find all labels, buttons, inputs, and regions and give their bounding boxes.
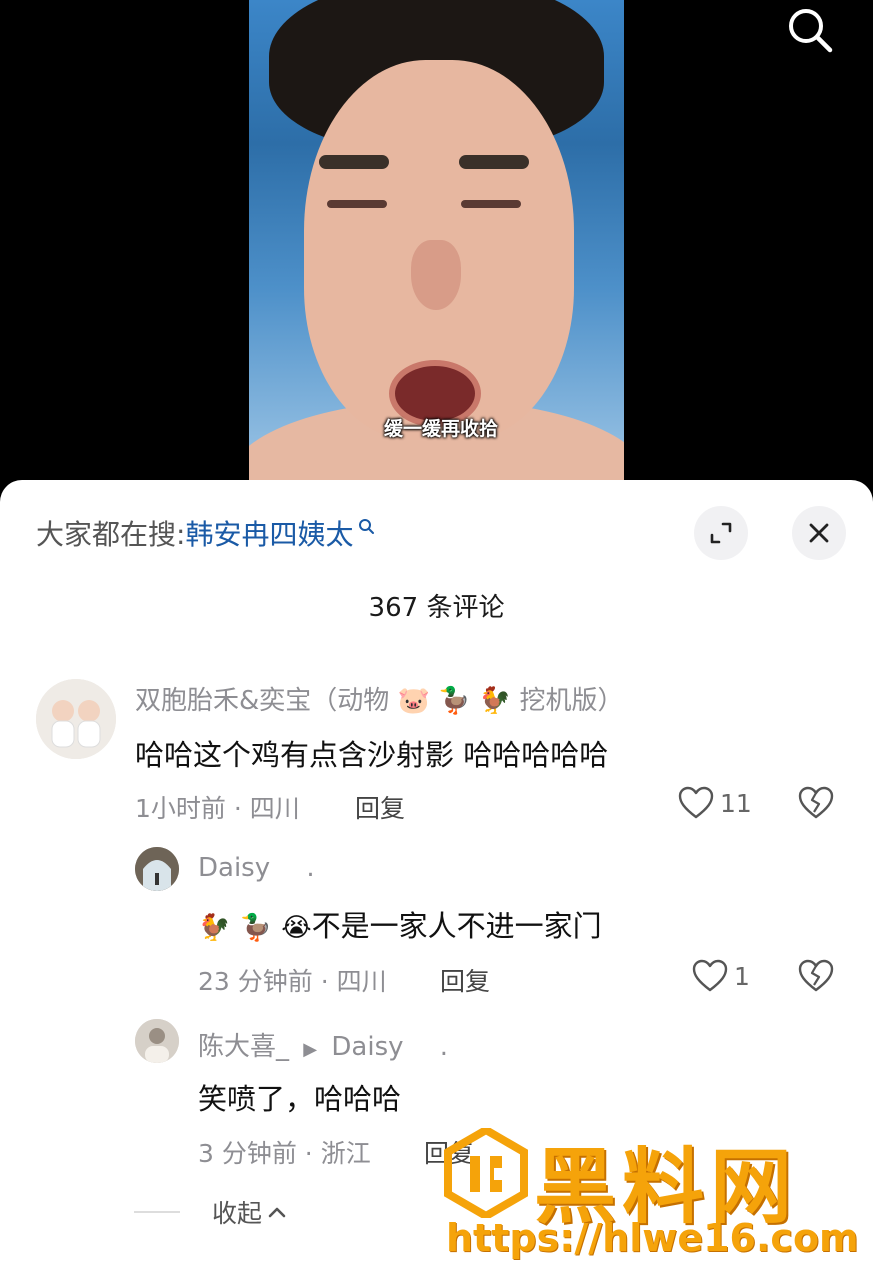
duck-emoji: 🦆: [239, 913, 272, 943]
author-name: 陈大喜_: [198, 1032, 290, 1062]
collapse-label: 收起: [212, 1199, 263, 1228]
video-area[interactable]: 缓一缓再收拾: [0, 0, 873, 500]
rooster-emoji: 🐓: [478, 686, 512, 716]
expand-icon: [710, 522, 732, 544]
watermark-logo-icon: [444, 1128, 528, 1218]
video-frame[interactable]: [249, 0, 624, 480]
watermark: 黑料网 https://hlwe16.com: [438, 1120, 868, 1280]
arch-avatar-icon: [135, 847, 179, 891]
comment-text: 哈哈这个鸡有点含沙射影 哈哈哈哈哈: [135, 738, 609, 772]
author-name-suffix: .: [306, 853, 315, 883]
person-avatar-icon: [135, 1019, 179, 1063]
video-subject-eye-left: [327, 200, 387, 208]
like-button[interactable]: 11: [678, 786, 752, 820]
reply-button[interactable]: 回复: [355, 789, 405, 825]
hot-search-term[interactable]: 韩安冉四姨太: [185, 518, 353, 551]
video-subject-brow-left: [319, 155, 389, 169]
small-search-icon: [357, 513, 375, 546]
chevron-up-icon: [268, 1207, 286, 1218]
heart-icon: [678, 786, 714, 819]
like-count: 11: [720, 788, 752, 818]
author-name: Daisy: [198, 853, 271, 883]
avatar[interactable]: [36, 679, 116, 759]
comment-text: 笑喷了，哈哈哈: [198, 1082, 402, 1116]
video-subject-brow-right: [459, 155, 529, 169]
rooster-emoji: 🐓: [198, 913, 231, 943]
video-caption: 缓一缓再收拾: [384, 418, 499, 440]
reply-button[interactable]: 回复: [440, 962, 490, 998]
search-icon: [789, 9, 833, 53]
author-name: 双胞胎禾&奕宝（动物: [135, 686, 390, 716]
hot-search-prefix: 大家都在搜:: [36, 518, 186, 551]
reply-arrow-icon: ▶: [303, 1039, 318, 1060]
close-button[interactable]: [792, 506, 846, 560]
expand-button[interactable]: [694, 506, 748, 560]
like-button[interactable]: 1: [692, 959, 750, 993]
twins-avatar-icon: [36, 679, 116, 759]
close-icon: [809, 523, 829, 543]
comment-author[interactable]: 陈大喜_ ▶ Daisy .: [198, 1026, 448, 1063]
broken-heart-icon: [798, 786, 834, 819]
video-subject-eye-right: [461, 200, 521, 208]
video-subject-nose: [411, 240, 461, 310]
pig-emoji: 🐷: [397, 686, 430, 716]
collapse-replies[interactable]: 收起: [134, 1194, 288, 1230]
heart-icon: [692, 959, 728, 992]
search-button[interactable]: [784, 4, 836, 56]
comment-text: 🐓 🦆 😭不是一家人不进一家门: [198, 903, 602, 945]
broken-heart-icon: [798, 959, 834, 992]
avatar[interactable]: [135, 1019, 179, 1063]
watermark-url: https://hlwe16.com: [446, 1216, 859, 1260]
duck-emoji: 🦆: [438, 686, 471, 716]
hot-search-bar[interactable]: 大家都在搜:韩安冉四姨太: [36, 513, 375, 553]
comment-meta: 23 分钟前 · 四川: [198, 967, 387, 996]
dislike-button[interactable]: [798, 786, 834, 824]
dislike-button[interactable]: [798, 959, 834, 997]
author-name-suffix: .: [439, 1032, 449, 1062]
comment-meta: 3 分钟前 · 浙江: [198, 1139, 371, 1168]
comment-author[interactable]: 双胞胎禾&奕宝（动物 🐷 🦆 🐓 挖机版）: [135, 680, 623, 717]
like-count: 1: [734, 961, 750, 991]
comment-body: 不是一家人不进一家门: [311, 909, 602, 943]
crying-emoji: 😭: [281, 913, 312, 943]
divider: [134, 1211, 180, 1213]
reply-to-name[interactable]: Daisy: [331, 1032, 403, 1062]
comment-author[interactable]: Daisy .: [198, 853, 315, 883]
author-name-suffix: 挖机版）: [519, 686, 624, 716]
avatar[interactable]: [135, 847, 179, 891]
comment-meta: 1小时前 · 四川: [135, 794, 300, 823]
comment-count: 367 条评论: [368, 593, 505, 623]
